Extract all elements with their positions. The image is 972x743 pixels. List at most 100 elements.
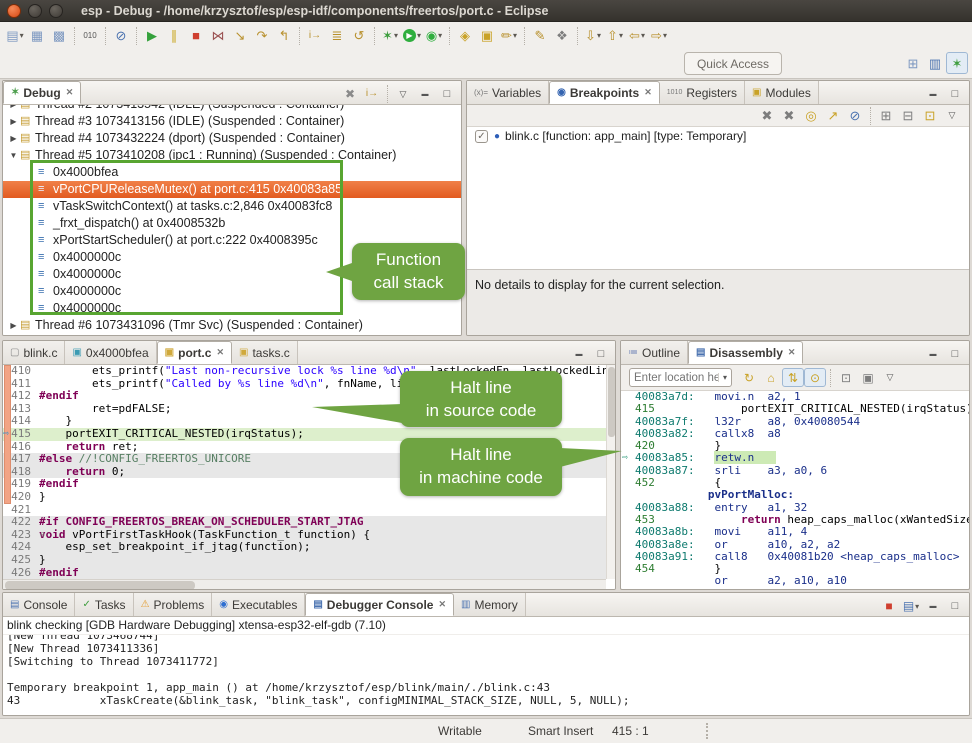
resume-icon[interactable]: ▶ <box>141 25 163 47</box>
skip-all-breakpoints-icon[interactable]: ⊘ <box>844 106 866 125</box>
back-icon[interactable]: ⇦▾ <box>626 25 648 47</box>
go-to-last-edit-icon[interactable]: ⇧▾ <box>604 25 626 47</box>
code-line-426[interactable]: 426#endif <box>3 567 606 580</box>
editor-vertical-scrollbar[interactable] <box>606 365 615 579</box>
group-breakpoints-icon[interactable]: ⊡ <box>919 106 941 125</box>
debug-perspective-icon[interactable]: ✶ <box>946 52 968 74</box>
tab-blink-c[interactable]: ▢blink.c <box>3 341 65 364</box>
minimize-icon[interactable]: ▬ <box>922 596 944 616</box>
save-icon[interactable]: ▦ <box>26 25 48 47</box>
open-element-icon[interactable]: ◈ <box>454 25 476 47</box>
show-breakpoints-for-icon[interactable]: ◎ <box>800 106 822 125</box>
view-menu-icon[interactable]: ▽ <box>879 368 901 387</box>
view-menu-icon[interactable]: ▽ <box>941 106 963 125</box>
tab-executables[interactable]: ◉Executables <box>212 593 305 616</box>
c-cpp-perspective-icon[interactable]: ▥ <box>924 52 946 74</box>
thread-row[interactable]: ▼▤Thread #5 1073410208 (ipc1 : Running) … <box>3 147 461 164</box>
tree-expander-icon[interactable]: ▶ <box>7 317 20 334</box>
terminate-icon[interactable]: ■ <box>878 596 900 616</box>
maximize-icon[interactable]: □ <box>944 84 966 104</box>
skip-all-breakpoints-icon[interactable]: ⊘ <box>110 25 132 47</box>
close-tab-icon[interactable]: ✕ <box>644 87 652 98</box>
profile-icon[interactable]: ◉▾ <box>423 25 445 47</box>
binary-icon[interactable]: 010 <box>79 25 101 47</box>
tab-debug[interactable]: ✶Debug✕ <box>3 81 81 104</box>
stack-frame-row[interactable]: ≡_frxt_dispatch() at 0x4008532b <box>3 215 461 232</box>
tree-expander-icon[interactable]: ▼ <box>7 147 20 164</box>
terminate-icon[interactable]: ■ <box>185 25 207 47</box>
disassembly-line[interactable]: or a2, a10, a10 <box>635 575 969 587</box>
thread-row[interactable]: ▶▤Thread #2 1073413542 (IDLE) (Suspended… <box>3 105 461 113</box>
thread-row[interactable]: ▶▤Thread #3 1073413156 (IDLE) (Suspended… <box>3 113 461 130</box>
expand-all-icon[interactable]: ⊞ <box>875 106 897 125</box>
tab-breakpoints[interactable]: ◉Breakpoints✕ <box>549 81 660 104</box>
code-line-425[interactable]: 425} <box>3 554 606 567</box>
tab-outline[interactable]: ≔Outline <box>621 341 688 364</box>
tab-memory[interactable]: ▥Memory <box>454 593 526 616</box>
tab-tasks-c[interactable]: ▣tasks.c <box>232 341 298 364</box>
breakpoint-item[interactable]: ✓ ● blink.c [function: app_main] [type: … <box>467 127 969 145</box>
close-tab-icon[interactable]: ✕ <box>788 347 796 358</box>
tab-debugger-console[interactable]: ▤Debugger Console✕ <box>305 593 454 616</box>
maximize-icon[interactable]: □ <box>590 344 612 364</box>
editor-horizontal-scrollbar[interactable] <box>3 579 606 590</box>
step-into-icon[interactable]: ↘ <box>229 25 251 47</box>
step-return-icon[interactable]: ↰ <box>273 25 295 47</box>
view-menu-icon[interactable]: ▽ <box>392 84 414 104</box>
minimize-icon[interactable]: ▬ <box>922 84 944 104</box>
display-selected-console-icon[interactable]: ▤▾ <box>900 596 922 616</box>
location-dropdown-icon[interactable]: ▾ <box>718 373 731 382</box>
thread-row[interactable]: ▶▤Thread #4 1073432224 (dport) (Suspende… <box>3 130 461 147</box>
remove-all-terminated-icon[interactable]: ✖ <box>339 84 361 104</box>
close-tab-icon[interactable]: ✕ <box>216 347 224 358</box>
remove-breakpoint-icon[interactable]: ✖ <box>756 106 778 125</box>
show-console-when-stdout-icon[interactable]: ≣ <box>326 25 348 47</box>
open-resource-icon[interactable]: ▣ <box>476 25 498 47</box>
maximize-icon[interactable]: □ <box>436 84 458 104</box>
instruction-stepping-icon[interactable]: i→ <box>361 84 383 104</box>
minimize-icon[interactable]: ▬ <box>922 344 944 364</box>
pin-view-icon[interactable]: ▣ <box>857 368 879 387</box>
stack-frame-row[interactable]: ≡0x4000bfea <box>3 164 461 181</box>
tab-tasks[interactable]: ✓Tasks <box>75 593 133 616</box>
debug-icon[interactable]: ✶▾ <box>379 25 401 47</box>
mark-occurrences-icon[interactable]: ✎ <box>529 25 551 47</box>
step-over-icon[interactable]: ↷ <box>251 25 273 47</box>
breakpoint-checkbox[interactable]: ✓ <box>475 130 488 143</box>
collapse-all-icon[interactable]: ⊟ <box>897 106 919 125</box>
sync-with-stack-icon[interactable]: ⇅ <box>782 368 804 387</box>
annotations-icon[interactable]: ❖ <box>551 25 573 47</box>
instruction-stepping-icon[interactable]: i→ <box>304 25 326 47</box>
close-tab-icon[interactable]: ✕ <box>66 87 74 98</box>
code-line-424[interactable]: 424 esp_set_breakpoint_if_jtag(function)… <box>3 541 606 554</box>
maximize-icon[interactable]: □ <box>944 596 966 616</box>
window-minimize-button[interactable] <box>28 4 42 18</box>
breakpoints-list[interactable]: ✓ ● blink.c [function: app_main] [type: … <box>467 127 969 269</box>
goto-breakpoint-file-icon[interactable]: ↗ <box>822 106 844 125</box>
run-icon[interactable]: ▶▾ <box>401 25 423 47</box>
stack-frame-row[interactable]: ≡vPortCPUReleaseMutex() at port.c:415 0x… <box>3 181 461 198</box>
last-edit-location-icon[interactable]: ⇩▾ <box>582 25 604 47</box>
tab-variables[interactable]: (x)=Variables <box>467 81 549 104</box>
maximize-icon[interactable]: □ <box>944 344 966 364</box>
console-output[interactable]: [New Thread 1073468744][New Thread 10734… <box>3 634 969 715</box>
track-expression-icon[interactable]: ⊙ <box>804 368 826 387</box>
remove-all-breakpoints-icon[interactable]: ✖ <box>778 106 800 125</box>
tree-expander-icon[interactable]: ▶ <box>7 105 20 113</box>
new-view-icon[interactable]: ⊡ <box>835 368 857 387</box>
quick-access-button[interactable]: Quick Access <box>684 52 782 75</box>
minimize-icon[interactable]: ▬ <box>414 84 436 104</box>
window-maximize-button[interactable] <box>49 4 63 18</box>
tab-modules[interactable]: ▣Modules <box>745 81 819 104</box>
tree-expander-icon[interactable]: ▶ <box>7 130 20 147</box>
suspend-icon[interactable]: ∥ <box>163 25 185 47</box>
tab-registers[interactable]: 1010Registers <box>660 81 745 104</box>
close-tab-icon[interactable]: ✕ <box>438 599 446 610</box>
location-input[interactable] <box>630 372 718 384</box>
location-combo[interactable]: ▾ <box>629 368 732 387</box>
search-icon[interactable]: ✏▾ <box>498 25 520 47</box>
open-perspective-icon[interactable]: ⊞ <box>902 52 924 74</box>
refresh-icon[interactable]: ↻ <box>738 368 760 387</box>
forward-icon[interactable]: ⇨▾ <box>648 25 670 47</box>
tree-expander-icon[interactable]: ▶ <box>7 113 20 130</box>
